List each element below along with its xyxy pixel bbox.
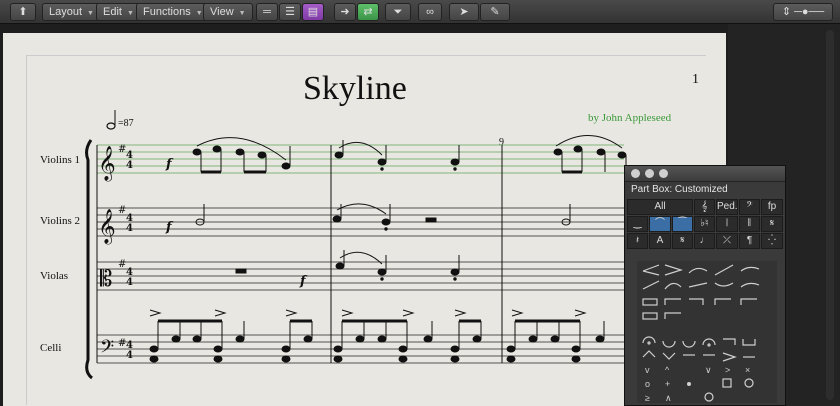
part-box-titlebar[interactable]: [625, 166, 785, 182]
part-box-group-icon[interactable]: ⁛: [761, 233, 783, 249]
part-box-group-icon[interactable]: Ped.: [716, 199, 738, 215]
part-box-group-icon[interactable]: ♩: [694, 233, 715, 249]
svg-text:≥: ≥: [645, 393, 650, 403]
part-box-group-icon[interactable]: ⌒: [649, 216, 671, 232]
part-box-group-icon[interactable]: 𝄞: [694, 199, 715, 215]
part-box-group-icon[interactable]: 𝄁: [716, 216, 738, 232]
svg-text:∧: ∧: [665, 393, 672, 403]
svg-text:o: o: [645, 379, 650, 389]
part-box-group-icon[interactable]: 𝄋: [761, 216, 783, 232]
part-box-group-icon[interactable]: fp: [761, 199, 783, 215]
part-box-group-icon[interactable]: ♭♮: [694, 216, 715, 232]
part-box-all-button[interactable]: All: [627, 199, 693, 215]
svg-text:𝄢: 𝄢: [100, 337, 114, 362]
svg-text:#: #: [118, 338, 126, 349]
svg-text:𝄞: 𝄞: [98, 146, 116, 182]
svg-text:×: ×: [745, 365, 750, 375]
part-box-symbols[interactable]: v ^ ∨ > × o + ≥ ∧: [637, 261, 777, 403]
svg-text:𝄞: 𝄞: [98, 209, 116, 245]
svg-text:4: 4: [126, 160, 133, 171]
part-box-group-icon[interactable]: ⤫: [716, 233, 738, 249]
part-box-group-icon[interactable]: ⁀: [672, 216, 693, 232]
zoom-button[interactable]: [659, 169, 668, 178]
part-box-group-icon[interactable]: 𝄽: [627, 233, 648, 249]
part-box-group-icon[interactable]: A: [649, 233, 671, 249]
svg-text:4: 4: [126, 350, 133, 361]
part-box-group-icon[interactable]: ‿: [627, 216, 648, 232]
svg-text:𝄡: 𝄡: [100, 267, 112, 292]
svg-text:^: ^: [665, 365, 670, 375]
part-box-group-icon[interactable]: ¶: [739, 233, 760, 249]
svg-text:4: 4: [126, 223, 133, 234]
svg-text:4: 4: [126, 277, 133, 288]
svg-text:#: #: [118, 259, 126, 270]
part-box-panel[interactable]: Part Box: Customized All 𝄞 Ped. 𝄢 fp ‿ ⌒…: [624, 165, 786, 406]
part-box-group-icon[interactable]: 𝄢: [739, 199, 760, 215]
svg-text:#: #: [118, 144, 126, 155]
svg-text:#: #: [118, 205, 126, 216]
svg-text:+: +: [665, 379, 670, 389]
part-box-group-icon[interactable]: 𝄋: [672, 233, 693, 249]
svg-text:∨: ∨: [705, 365, 712, 375]
minimize-button[interactable]: [645, 169, 654, 178]
close-button[interactable]: [631, 169, 640, 178]
svg-text:>: >: [725, 365, 730, 375]
part-box-title: Part Box: Customized: [631, 184, 728, 195]
svg-text:v: v: [645, 365, 650, 375]
part-box-group-icon[interactable]: 𝄃: [739, 216, 760, 232]
part-box-symbol-area[interactable]: v ^ ∨ > × o + ≥ ∧: [637, 261, 777, 403]
